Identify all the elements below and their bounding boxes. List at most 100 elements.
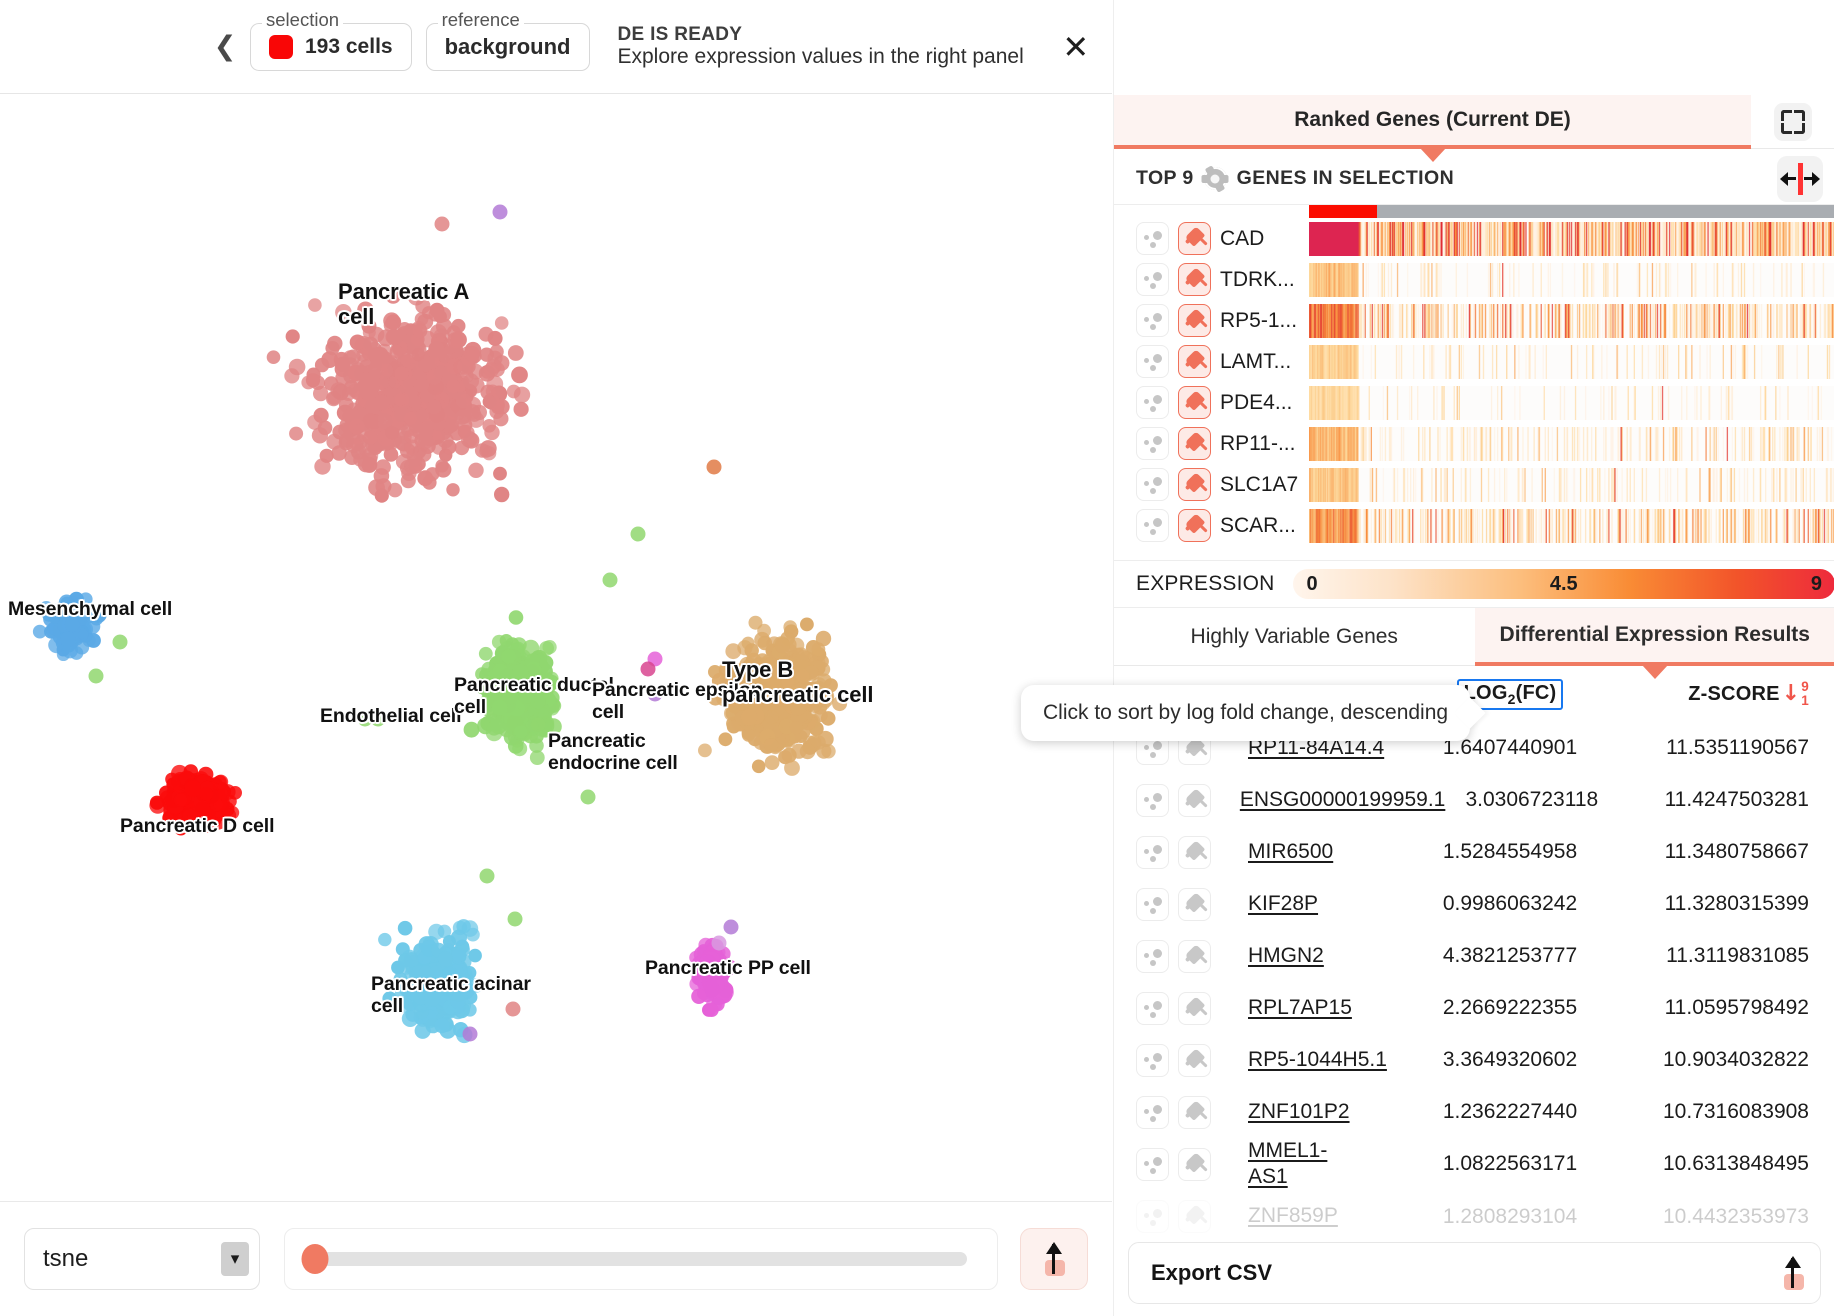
gear-icon[interactable] [1203,167,1227,190]
pin-gene-icon[interactable] [1178,835,1211,869]
horizontal-split-icon[interactable] [1777,155,1823,202]
plot-gene-icon[interactable] [1136,1200,1169,1233]
pin-gene-icon[interactable] [1178,783,1211,817]
heatmap-gene-name: TDRK... [1220,267,1295,291]
heatmap-expression-strip[interactable] [1309,385,1834,420]
de-log2fc-value: 2.2669222355 [1442,996,1578,1019]
de-gene-name[interactable]: HMGN2 [1248,943,1421,969]
plot-gene-icon[interactable] [1136,509,1169,542]
chevron-left-icon[interactable]: ❮ [208,30,242,64]
plot-gene-icon[interactable] [1136,939,1169,973]
slider-thumb[interactable] [301,1244,329,1274]
de-table-row[interactable]: KIF28P 0.9986063242 11.3280315399 [1114,878,1834,930]
plot-gene-icon[interactable] [1136,1043,1169,1077]
de-table-row[interactable]: RP5-1044H5.1 3.3649320602 10.9034032822 [1114,1034,1834,1086]
pin-gene-icon[interactable] [1178,222,1211,255]
de-gene-name[interactable]: MMEL1- AS1 [1248,1138,1421,1191]
heatmap-expression-strip[interactable] [1309,303,1834,338]
tab-highly-variable-genes[interactable]: Highly Variable Genes [1114,608,1475,666]
app-root: ❮ selection 193 cells reference backgrou… [0,0,1834,1316]
de-table-row[interactable]: MIR6500 1.5284554958 11.3480758667 [1114,826,1834,878]
heatmap-expression-strip[interactable] [1309,344,1834,379]
reference-caption: reference [437,10,524,29]
chevron-down-icon[interactable]: ▾ [221,1242,249,1276]
plot-gene-icon[interactable] [1136,222,1169,255]
de-zscore-value: 11.3119831085 [1666,944,1809,967]
heatmap-gene-name: RP5-1... [1220,308,1298,332]
pin-gene-icon[interactable] [1178,1200,1211,1233]
de-gene-name[interactable]: KIF28P [1248,891,1421,917]
de-header-zscore[interactable]: Z-SCORE ↓ 9 1 [1599,680,1809,708]
de-results-table: LOG2(FC) Z-SCORE ↓ 9 1 RP11-84A14.4 1.640… [1114,666,1834,1316]
reference-pill[interactable]: reference background [425,10,590,71]
heatmap-gene-name: CAD [1220,226,1265,250]
pin-gene-icon[interactable] [1178,263,1211,296]
plot-gene-icon[interactable] [1136,1147,1169,1181]
pin-gene-icon[interactable] [1178,1043,1211,1077]
heatmap-expression-strip[interactable] [1309,467,1834,502]
pin-gene-icon[interactable] [1178,468,1211,501]
heatmap-expression-strip[interactable] [1309,426,1834,461]
heatmap-expression-strip[interactable] [1309,508,1834,543]
de-table-row[interactable]: RPL7AP15 2.2669222355 11.0595798492 [1114,982,1834,1034]
pin-gene-icon[interactable] [1178,427,1211,460]
pin-gene-icon[interactable] [1178,939,1211,973]
de-table-row[interactable]: HMGN2 4.3821253777 11.3119831085 [1114,930,1834,982]
pin-gene-icon[interactable] [1178,345,1211,378]
slider-track[interactable] [301,1244,967,1274]
export-image-button[interactable] [1020,1228,1088,1290]
heatmap-row: SLC1A7 [1114,464,1834,505]
plot-gene-icon[interactable] [1136,304,1169,337]
pin-gene-icon[interactable] [1178,991,1211,1025]
point-size-slider[interactable] [284,1228,998,1290]
de-gene-name[interactable]: ZNF101P2 [1248,1099,1421,1125]
pin-gene-icon[interactable] [1178,1147,1211,1181]
plot-gene-icon[interactable] [1136,1095,1169,1129]
tab-differential-expression-results[interactable]: Differential Expression Results [1474,608,1834,679]
embedding-scatter-plot[interactable]: Pancreatic A cell Mesenchymal cell Endothe… [0,94,1112,1201]
plot-gene-icon[interactable] [1136,386,1169,419]
heatmap-expression-strip[interactable] [1309,221,1834,256]
de-gene-name[interactable]: MIR6500 [1248,839,1421,865]
plot-gene-icon[interactable] [1136,991,1169,1025]
de-gene-name[interactable]: RP5-1044H5.1 [1248,1047,1421,1073]
de-gene-name[interactable]: ENSG00000199959.1 [1240,787,1450,813]
de-table-row[interactable]: ZNF859P 1.2808293104 10.4432353973 [1114,1191,1834,1243]
embedding-select-value: tsne [43,1245,89,1272]
plot-gene-icon[interactable] [1136,427,1169,460]
plot-gene-icon[interactable] [1136,468,1169,501]
plot-gene-icon[interactable] [1136,783,1169,817]
export-csv-button[interactable]: Export CSV [1128,1242,1821,1304]
tab-ranked-genes-label: Ranked Genes (Current DE) [1294,108,1571,131]
de-gene-name[interactable]: ZNF859P [1248,1203,1421,1229]
expand-panel-button[interactable] [1751,95,1834,149]
plot-gene-icon[interactable] [1136,345,1169,378]
de-table-row[interactable]: MMEL1- AS1 1.0822563171 10.6313848495 [1114,1138,1834,1191]
pin-gene-icon[interactable] [1178,304,1211,337]
close-icon[interactable]: ✕ [1054,25,1098,69]
tab-ranked-genes[interactable]: Ranked Genes (Current DE) [1114,95,1751,162]
pin-gene-icon[interactable] [1178,386,1211,419]
heatmap-row: RP5-1... [1114,300,1834,341]
export-csv-label: Export CSV [1151,1260,1273,1285]
plot-gene-icon[interactable] [1136,887,1169,921]
de-gene-name[interactable]: RPL7AP15 [1248,995,1421,1021]
gene-expression-heatmap[interactable]: CAD TDRK... RP5-1... LAMT... PDE4... RP11-...… [1114,205,1834,550]
de-table-row[interactable]: ENSG00000199959.1 3.0306723118 11.42475032… [1114,774,1834,826]
pin-gene-icon[interactable] [1178,509,1211,542]
embedding-select[interactable]: tsne ▾ [24,1228,260,1290]
sort-range-top: 9 [1801,679,1809,695]
selection-pill[interactable]: selection 193 cells [250,10,412,71]
plot-gene-icon[interactable] [1136,263,1169,296]
pin-gene-icon[interactable] [1178,1095,1211,1129]
de-header-log2fc-tail: (FC) [1515,681,1557,704]
top-status-bar: ❮ selection 193 cells reference backgrou… [0,0,1112,94]
plot-gene-icon[interactable] [1136,835,1169,869]
heatmap-expression-strip[interactable] [1309,262,1834,297]
expression-color-ramp: 0 4.5 9 [1292,569,1834,599]
selection-caption: selection [262,10,344,29]
pin-gene-icon[interactable] [1178,887,1211,921]
de-table-row[interactable]: ZNF101P2 1.2362227440 10.7316083908 [1114,1086,1834,1138]
de-status-title: DE IS READY [617,24,743,46]
heatmap-selection-group [1309,205,1377,218]
